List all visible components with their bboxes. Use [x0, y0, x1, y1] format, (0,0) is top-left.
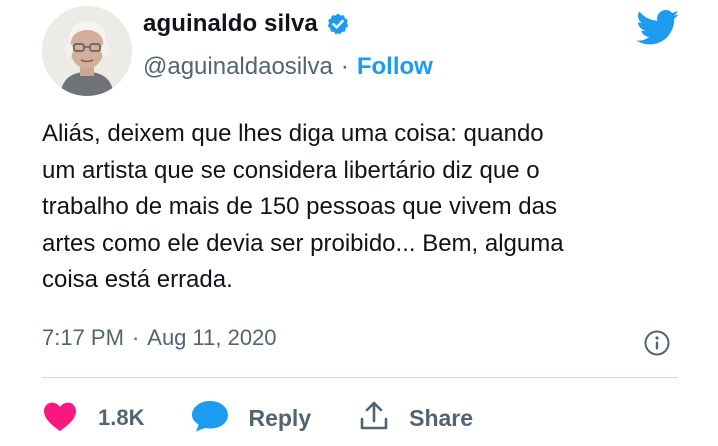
author-handle[interactable]: @aguinaldaosilva	[143, 53, 333, 81]
author-name-row: aguinaldo silva	[143, 10, 350, 38]
like-count: 1.8K	[98, 405, 145, 430]
reply-label: Reply	[248, 404, 312, 431]
share-icon	[357, 399, 391, 438]
like-button[interactable]: 1.8K	[42, 400, 144, 437]
tweet-timestamp[interactable]: 7:17 PM · Aug 11, 2020	[42, 325, 277, 351]
reply-bubble-icon	[190, 399, 230, 438]
divider	[42, 377, 678, 378]
tweet-actions: 1.8K Reply Share	[42, 398, 473, 438]
handle-separator: ·	[340, 53, 349, 80]
info-icon[interactable]	[643, 329, 671, 357]
reply-button[interactable]: Reply	[190, 399, 311, 438]
tweet-text: Aliás, deixem que lhes diga uma coisa: q…	[42, 120, 564, 293]
author-display-name[interactable]: aguinaldo silva	[143, 10, 318, 38]
verified-badge-icon	[326, 12, 350, 36]
heart-icon	[42, 400, 78, 437]
share-button[interactable]: Share	[357, 399, 473, 438]
author-handle-row: @aguinaldaosilva · Follow	[143, 53, 433, 81]
tweet-time[interactable]: 7:17 PM	[42, 325, 124, 351]
timestamp-separator: ·	[131, 325, 140, 350]
share-label: Share	[409, 404, 474, 431]
twitter-logo-icon[interactable]	[636, 10, 680, 46]
tweet-date[interactable]: Aug 11, 2020	[147, 325, 276, 351]
follow-button[interactable]: Follow	[357, 53, 433, 81]
avatar[interactable]	[42, 6, 132, 96]
